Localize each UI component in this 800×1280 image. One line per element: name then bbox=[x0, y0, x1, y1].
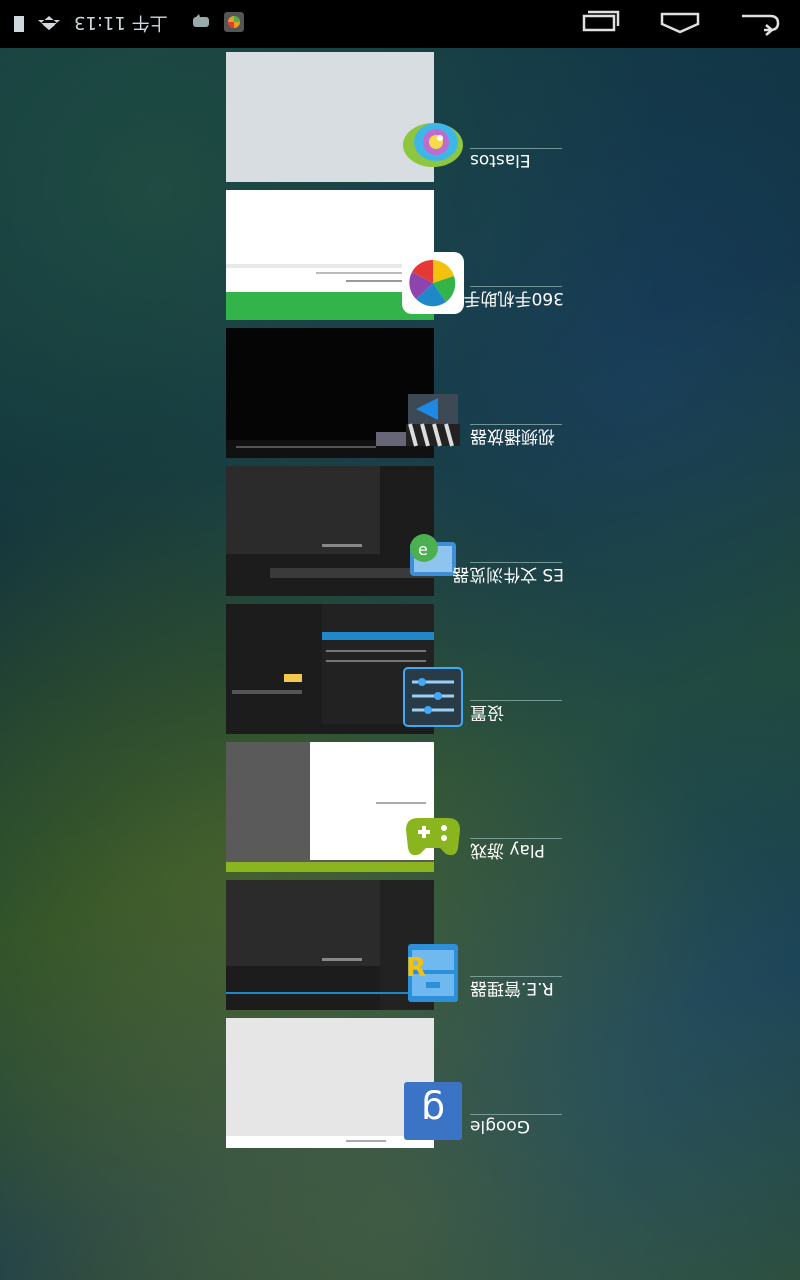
app-label: 设置 bbox=[470, 702, 504, 722]
back-icon bbox=[742, 14, 780, 36]
status-bar: 上午 11:13 bbox=[0, 0, 800, 48]
app-label: Elastos bbox=[470, 150, 531, 170]
elastos-icon bbox=[402, 114, 464, 176]
signal-icon bbox=[38, 14, 60, 34]
app-label: 视频播放器 bbox=[470, 426, 555, 446]
settings-icon bbox=[402, 666, 464, 728]
svg-text:e: e bbox=[418, 540, 428, 559]
home-icon bbox=[660, 12, 700, 34]
label-divider bbox=[470, 424, 562, 425]
back-button[interactable] bbox=[736, 8, 784, 38]
status-indicators: 上午 11:13 bbox=[14, 12, 244, 36]
recent-app-card[interactable]: 视频播放器 bbox=[226, 328, 566, 458]
video-player-icon bbox=[402, 390, 464, 452]
notification-icon bbox=[192, 14, 210, 34]
label-divider bbox=[470, 286, 562, 287]
battery-icon bbox=[14, 16, 24, 32]
label-divider bbox=[470, 1114, 562, 1115]
play-games-icon bbox=[402, 804, 464, 866]
app-label: ES 文件浏览器 bbox=[452, 564, 564, 584]
recent-app-card[interactable]: Elastos bbox=[226, 52, 566, 182]
label-divider bbox=[470, 976, 562, 977]
recent-app-card[interactable]: 360手机助手 bbox=[226, 190, 566, 320]
re-manager-icon: R bbox=[402, 942, 464, 1004]
home-button[interactable] bbox=[656, 8, 704, 38]
app-label: Play 游戏 bbox=[470, 840, 545, 860]
svg-text:g: g bbox=[421, 1089, 445, 1133]
label-divider bbox=[470, 700, 562, 701]
recent-app-card[interactable]: 设置 bbox=[226, 604, 566, 734]
recent-apps-icon bbox=[582, 10, 620, 32]
label-divider bbox=[470, 838, 562, 839]
app-label: Google bbox=[470, 1116, 530, 1136]
label-divider bbox=[470, 148, 562, 149]
label-divider bbox=[470, 562, 562, 563]
recent-apps-button[interactable] bbox=[576, 8, 624, 38]
360-assistant-icon bbox=[402, 252, 464, 314]
recent-app-card[interactable]: Play 游戏 bbox=[226, 742, 566, 872]
gallery-icon bbox=[223, 12, 244, 36]
app-label: R.E.管理器 bbox=[470, 978, 554, 998]
recent-app-card[interactable]: g Google bbox=[226, 1018, 566, 1148]
google-search-icon: g bbox=[402, 1080, 464, 1142]
recent-app-card[interactable]: e ES 文件浏览器 bbox=[226, 466, 566, 596]
app-label: 360手机助手 bbox=[463, 288, 564, 308]
status-time: 上午 11:13 bbox=[74, 12, 168, 33]
recent-app-card[interactable]: R R.E.管理器 bbox=[226, 880, 566, 1010]
svg-text:R: R bbox=[406, 953, 426, 983]
